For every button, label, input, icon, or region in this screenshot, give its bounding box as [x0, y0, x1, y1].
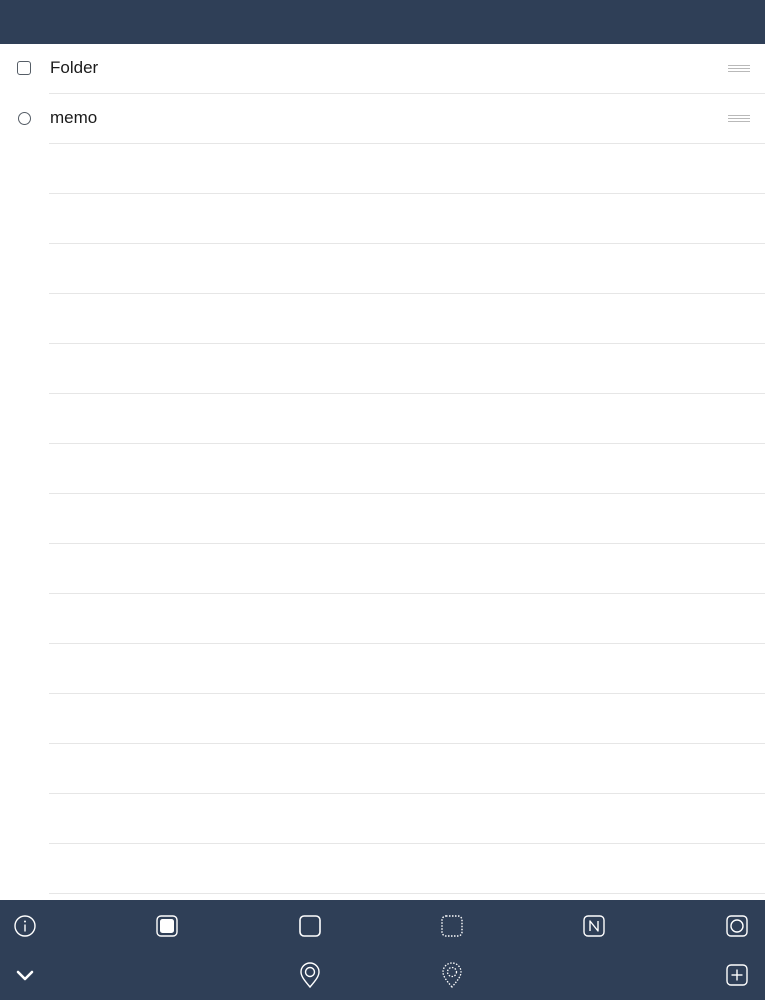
reorder-handle-icon[interactable] [728, 115, 750, 123]
list-item-label: Folder [50, 58, 99, 77]
empty-row [49, 394, 765, 444]
empty-row [49, 144, 765, 194]
empty-row [49, 344, 765, 394]
empty-row [49, 294, 765, 344]
info-icon[interactable] [11, 912, 39, 940]
n-square-icon[interactable] [580, 912, 608, 940]
reorder-handle-icon[interactable] [728, 65, 750, 73]
empty-row [49, 644, 765, 694]
empty-row [49, 794, 765, 844]
list-item-label: memo [50, 108, 98, 127]
circle-in-square-icon[interactable] [723, 912, 751, 940]
top-navigation-bar [0, 0, 765, 44]
list-item-folder[interactable]: Folder [17, 44, 765, 94]
chevron-down-icon[interactable] [11, 961, 39, 989]
square-icon[interactable] [296, 912, 324, 940]
empty-row [49, 694, 765, 744]
filled-square-icon[interactable] [153, 912, 181, 940]
empty-row [49, 844, 765, 894]
location-pin-icon[interactable] [296, 961, 324, 989]
dotted-location-pin-icon[interactable] [438, 961, 466, 989]
memo-radio-icon[interactable] [18, 112, 31, 125]
empty-row [49, 594, 765, 644]
empty-row [49, 194, 765, 244]
plus-square-icon[interactable] [723, 961, 751, 989]
list-item-memo[interactable]: memo [18, 94, 765, 144]
empty-row [49, 494, 765, 544]
empty-row [49, 444, 765, 494]
folder-checkbox-icon[interactable] [17, 61, 31, 75]
memo-list: Folder memo [0, 44, 765, 900]
empty-row [49, 744, 765, 794]
bottom-toolbar [0, 900, 765, 1000]
empty-row [49, 544, 765, 594]
dotted-square-icon[interactable] [438, 912, 466, 940]
empty-row [49, 244, 765, 294]
